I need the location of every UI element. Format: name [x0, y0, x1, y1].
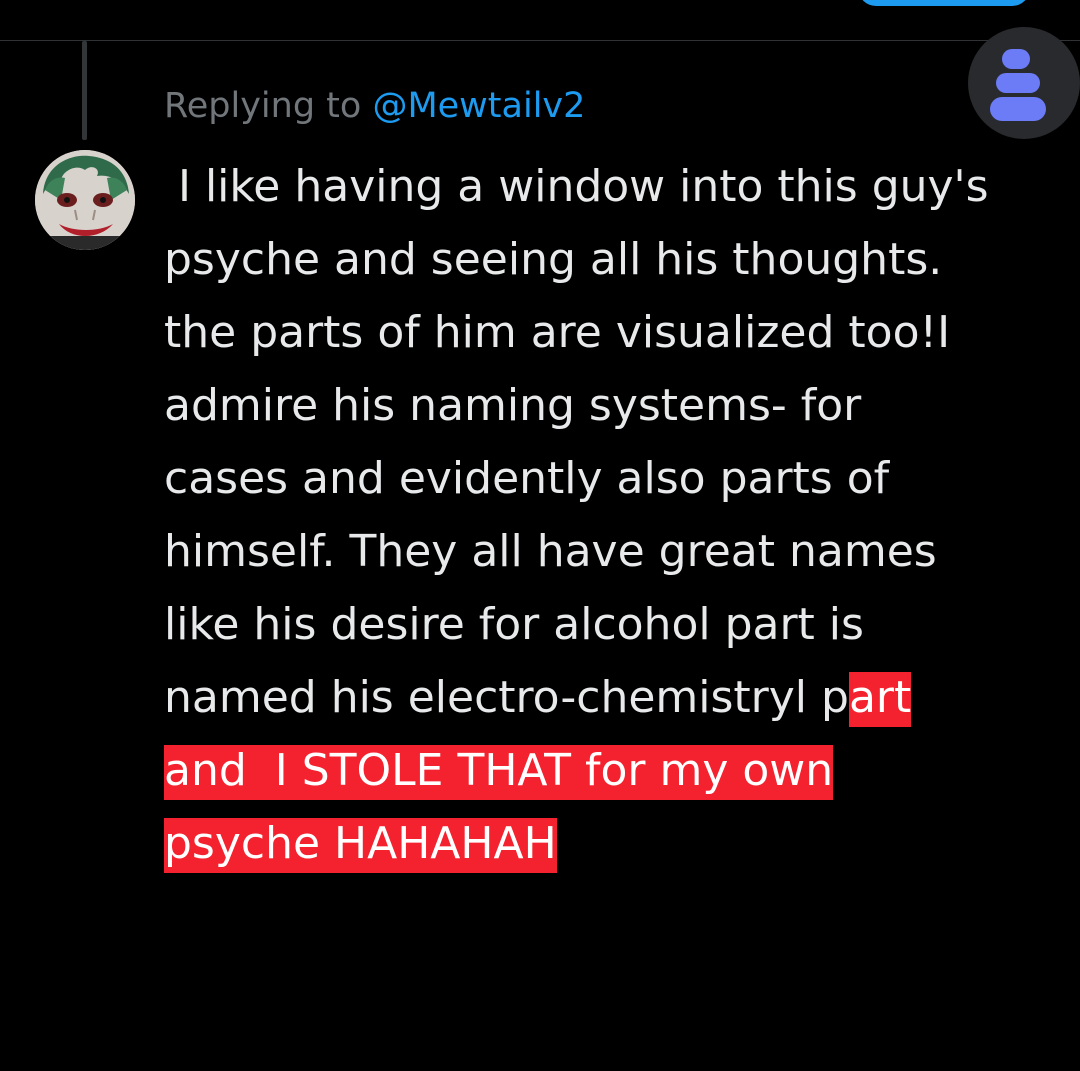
tweet-line-plain-part: named his electro-chemistryl p	[164, 672, 849, 723]
tweet-line-highlight: psyche HAHAHAH	[164, 807, 1044, 880]
stacked-bars-icon	[990, 49, 1046, 121]
replying-to-label: Replying to	[164, 86, 373, 126]
divider	[0, 40, 1080, 41]
avatar-image	[35, 150, 135, 250]
floating-action-button[interactable]	[968, 27, 1080, 139]
highlighted-text: and I STOLE THAT for my own	[164, 745, 834, 800]
top-action-button[interactable]	[858, 0, 1030, 6]
tweet-line: psyche and seeing all his thoughts.	[164, 234, 943, 285]
tweet-line: the parts of him are visualized too!I	[164, 307, 951, 358]
tweet-text: I like having a window into this guy's p…	[164, 150, 1044, 880]
tweet-line: like his desire for alcohol part is	[164, 599, 864, 650]
tweet-line-mixed: named his electro-chemistryl part	[164, 661, 1044, 734]
tweet-line: cases and evidently also parts of	[164, 453, 890, 504]
thread-connector-line	[82, 41, 87, 140]
highlighted-text: art	[848, 672, 912, 727]
tweet-line-highlight: and I STOLE THAT for my own	[164, 734, 1044, 807]
tweet-line: admire his naming systems- for	[164, 380, 862, 431]
tweet-line: I like having a window into this guy's	[164, 161, 989, 212]
highlighted-text: psyche HAHAHAH	[164, 818, 557, 873]
replying-to: Replying to @Mewtailv2	[164, 84, 585, 128]
tweet-line: himself. They all have great names	[164, 526, 937, 577]
avatar[interactable]	[35, 150, 135, 250]
replying-to-handle-link[interactable]: @Mewtailv2	[372, 86, 585, 126]
